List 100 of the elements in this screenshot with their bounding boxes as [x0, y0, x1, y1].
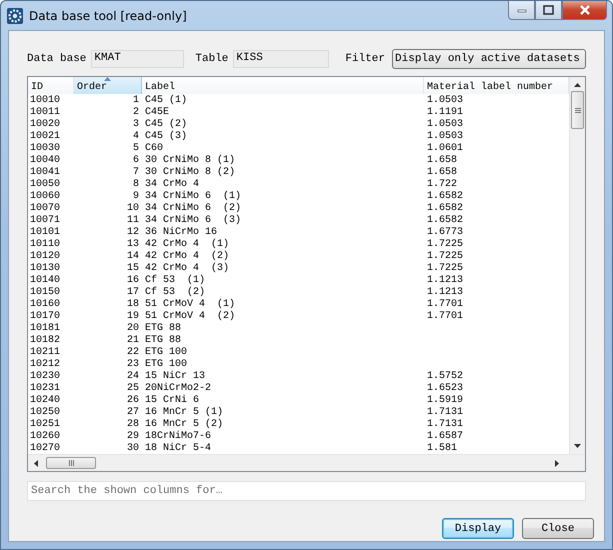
horizontal-scrollbar[interactable] [28, 454, 585, 471]
table-cell-text: 1.7701 [426, 311, 464, 323]
table-cell-text: 10110 [29, 239, 62, 251]
table-cell-text: 27 [126, 407, 140, 419]
grip-icon [68, 460, 74, 466]
table-cell-text: 18 [126, 299, 140, 311]
gear-icon [7, 8, 23, 24]
dialog-button[interactable]: Display [442, 518, 514, 539]
table-cell-text: 1.7225 [426, 239, 464, 251]
table-cell-text: 10020 [29, 119, 62, 131]
table-cell-text: 19 [126, 311, 140, 323]
table-cell-text: 1.0601 [426, 143, 464, 155]
scroll-right-icon[interactable] [555, 460, 559, 466]
table-cell-text: 1.658 [426, 155, 458, 167]
table-cell-text: 1.722 [426, 179, 458, 191]
table-cell-text: 7 [132, 167, 140, 179]
table-cell-text: 10231 [29, 383, 62, 395]
table-cell-text: 15 [126, 263, 140, 275]
maximize-button[interactable] [535, 1, 562, 20]
table-cell-text: 16 MnCr 5 (2) [144, 419, 224, 430]
table-cell-text: 34 CrNiMo 6 (1) [144, 191, 242, 202]
table-cell-text: 1.0503 [426, 131, 464, 143]
search-field[interactable]: Search the shown columns for… [27, 481, 586, 501]
table-cell-text: 42 CrMo 4 (3) [144, 263, 230, 274]
close-icon [578, 5, 590, 15]
table-cell-text: ETG 100 [144, 347, 188, 359]
table-cell-text: 10050 [29, 179, 62, 191]
table-cell-text: 1.1213 [426, 275, 464, 287]
table-cell-text: 1.5919 [426, 395, 464, 407]
table-cell-text: 34 CrNiMo 6 (3) [144, 215, 242, 226]
column-header[interactable]: Order [74, 77, 142, 94]
filter-label: Filter [345, 53, 386, 65]
minimize-button[interactable] [508, 1, 535, 20]
table-cell-text: 30 CrNiMo 8 (2) [144, 167, 236, 179]
table-cell-text: 10071 [29, 215, 62, 227]
table-cell-text: 10021 [29, 131, 62, 143]
table-cell-text: 28 [126, 419, 140, 431]
table-cell-text: 1.0503 [426, 95, 464, 107]
table-cell-text: 10030 [29, 143, 62, 155]
table-cell-text: 10010 [29, 95, 62, 107]
table-cell-text: 42 CrMo 4 (1) [144, 239, 230, 250]
table-cell-text: 1.581 [426, 443, 458, 455]
table-cell-text: ETG 88 [144, 335, 182, 347]
table-cell-text: 10 [126, 203, 140, 215]
table-cell-text: 34 CrNiMo 6 (2) [144, 203, 242, 214]
table-cell-text: 12 [126, 227, 140, 239]
table-cell-text: 1.6582 [426, 203, 464, 215]
table-cell-text: 10140 [29, 275, 62, 287]
table-cell-text: 1.1191 [426, 107, 464, 119]
table-cell-text: Cf 53 (1) [144, 275, 206, 286]
table-cell-text: 1.6582 [426, 215, 464, 227]
table-cell-text: C45 (3) [144, 131, 188, 143]
sort-arrow-icon [104, 77, 111, 81]
table-cell-text: 1.0503 [426, 119, 464, 131]
table-cell-text: 25 [126, 383, 140, 395]
table-cell-text: 15 NiCr 13 [144, 371, 206, 382]
close-button[interactable] [562, 1, 607, 20]
table-cell-text: ETG 100 [144, 359, 188, 370]
minimize-icon [516, 7, 526, 13]
table-cell-text: 6 [132, 155, 140, 167]
scroll-down-icon[interactable] [574, 444, 581, 448]
table-cell-text: 1.7225 [426, 251, 464, 263]
column-header[interactable]: Label [142, 77, 424, 94]
vertical-scrollbar[interactable] [569, 77, 585, 454]
table-cell-text: 10070 [29, 203, 62, 215]
table-cell-text: 16 MnCr 5 (1) [144, 407, 224, 418]
table-cell-text: 10240 [29, 395, 62, 407]
table-cell-text: 10040 [29, 155, 62, 167]
table-cell-text: 29 [126, 431, 140, 443]
scroll-up-icon[interactable] [574, 83, 581, 87]
filter-dropdown[interactable]: Display only active datasets [392, 49, 586, 69]
scroll-left-icon[interactable] [34, 460, 38, 466]
table-cell-text: 10182 [29, 335, 62, 347]
table-cell-text: 10101 [29, 227, 62, 239]
table-cell-text: 10181 [29, 323, 62, 335]
table-cell-text: 16 [126, 275, 140, 287]
column-header[interactable]: ID [28, 77, 74, 94]
table-cell-text: 10250 [29, 407, 62, 419]
table-cell-text: 36 NiCrMo 16 [144, 227, 218, 238]
column-header[interactable]: Material label number [424, 77, 569, 94]
table-cell-text: 34 CrMo 4 [144, 179, 200, 190]
table-cell-text: 18 NiCr 5-4 [144, 443, 212, 455]
table-cell-text: 10170 [29, 311, 62, 323]
table-cell-text: 20 [126, 323, 140, 335]
table-cell-text: 1.6582 [426, 191, 464, 203]
table-cell-text: 13 [126, 239, 140, 251]
table-cell-text: 8 [132, 179, 140, 191]
table-cell-text: 21 [126, 335, 140, 347]
table-cell-text: 4 [132, 131, 140, 143]
dialog-button[interactable]: Close [522, 518, 594, 539]
table-cell-text: 10130 [29, 263, 62, 275]
table-cell-text: 11 [126, 215, 140, 227]
table-cell-text: Cf 53 (2) [144, 287, 206, 299]
table-cell-text: 18CrNiMo7-6 [144, 431, 212, 442]
table-cell-text: 1.7131 [426, 419, 464, 431]
table-cell-text: C60 [144, 143, 164, 155]
field-label: Table [195, 53, 228, 65]
table-cell-text: 10230 [29, 371, 62, 383]
table-cell-text: 5 [132, 143, 140, 155]
table-cell-text: 51 CrMoV 4 (2) [144, 311, 236, 323]
